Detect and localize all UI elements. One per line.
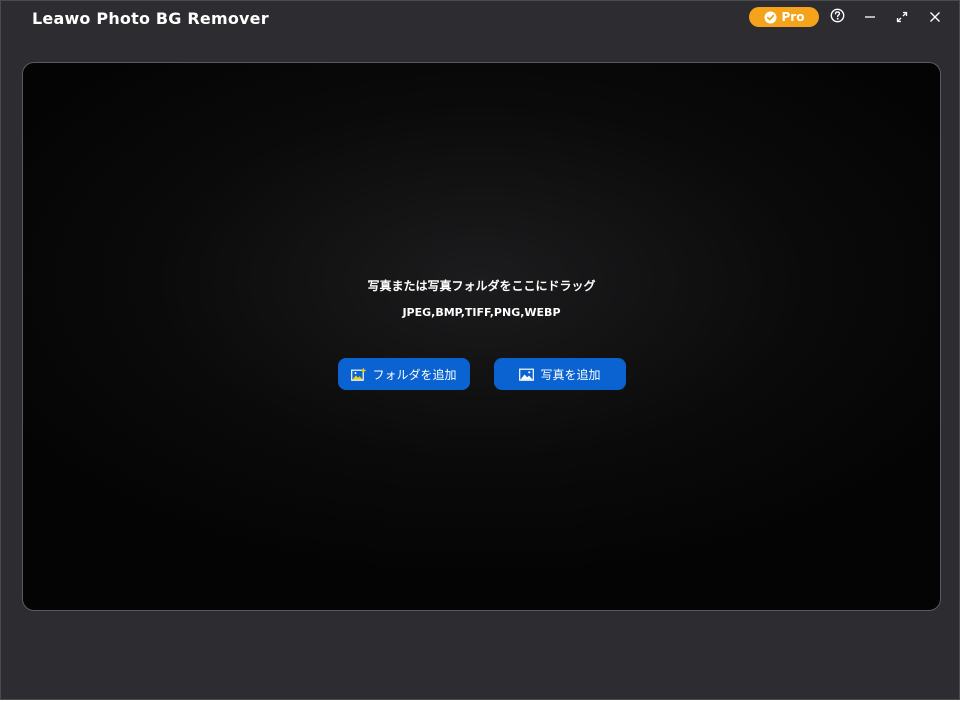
- help-button[interactable]: [827, 7, 847, 27]
- close-icon: [929, 8, 941, 27]
- image-icon: [519, 368, 535, 381]
- pro-upgrade-button[interactable]: Pro: [749, 7, 819, 27]
- supported-formats: JPEG,BMP,TIFF,PNG,WEBP: [402, 306, 561, 319]
- title-bar[interactable]: Leawo Photo BG Remover Pro: [1, 1, 959, 37]
- pro-label: Pro: [781, 10, 805, 24]
- add-image-icon: [351, 367, 367, 381]
- minimize-button[interactable]: [860, 7, 880, 27]
- help-icon: [830, 8, 845, 27]
- app-title: Leawo Photo BG Remover: [32, 9, 269, 28]
- maximize-icon: [896, 8, 908, 27]
- drop-instruction: 写真または写真フォルダをここにドラッグ: [367, 279, 596, 293]
- minimize-icon: [864, 8, 876, 27]
- add-photo-button[interactable]: 写真を追加: [494, 358, 626, 390]
- drop-zone[interactable]: 写真または写真フォルダをここにドラッグ JPEG,BMP,TIFF,PNG,WE…: [22, 62, 941, 611]
- app-window: Leawo Photo BG Remover Pro 写真または写真フォルダをこ…: [0, 0, 960, 700]
- check-badge-icon: [764, 11, 777, 24]
- close-button[interactable]: [925, 7, 945, 27]
- add-folder-button[interactable]: フォルダを追加: [338, 358, 470, 390]
- add-folder-label: フォルダを追加: [372, 367, 457, 382]
- add-photo-label: 写真を追加: [540, 367, 601, 382]
- maximize-button[interactable]: [892, 7, 912, 27]
